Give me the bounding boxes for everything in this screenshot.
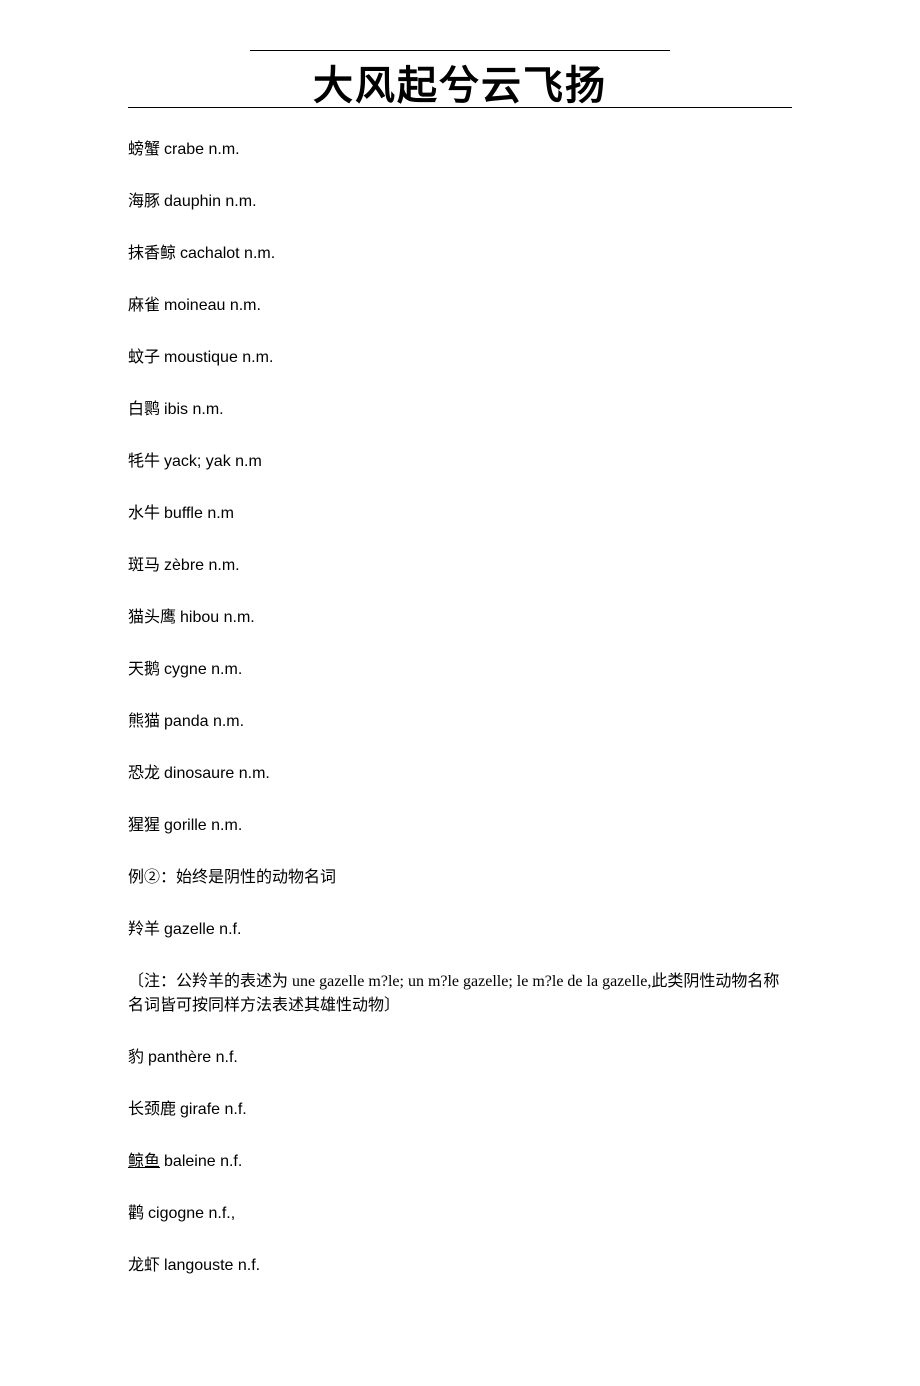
vocab-chinese: 鲸鱼 — [128, 1153, 160, 1170]
vocab-entry: 斑马 zèbre n.m. — [128, 554, 792, 578]
vocab-entry: 长颈鹿 girafe n.f. — [128, 1098, 792, 1122]
vocab-entry: 鲸鱼 baleine n.f. — [128, 1150, 792, 1174]
vocab-entry: 白鹮 ibis n.m. — [128, 398, 792, 422]
vocab-french: moineau n.m. — [164, 297, 261, 314]
vocab-list-masculine: 螃蟹 crabe n.m. 海豚 dauphin n.m. 抹香鲸 cachalot… — [128, 138, 792, 838]
vocab-chinese: 熊猫 — [128, 713, 160, 730]
vocab-entry: 熊猫 panda n.m. — [128, 710, 792, 734]
vocab-french: girafe n.f. — [180, 1101, 247, 1118]
vocab-french: crabe n.m. — [164, 141, 240, 158]
vocab-chinese: 斑马 — [128, 557, 160, 574]
document-page: 大风起兮云飞扬 螃蟹 crabe n.m. 海豚 dauphin n.m. 抹香鲸 … — [0, 0, 920, 1386]
vocab-chinese: 抹香鲸 — [128, 245, 176, 262]
vocab-french: buffle n.m — [164, 505, 234, 522]
vocab-chinese: 海豚 — [128, 193, 160, 210]
vocab-french: gazelle n.f. — [164, 921, 241, 938]
note-text: 〔注：公羚羊的表述为 une gazelle m?le; un m?le gaz… — [128, 970, 792, 1018]
vocab-chinese: 水牛 — [128, 505, 160, 522]
section-heading: 例②：始终是阴性的动物名词 — [128, 866, 792, 890]
vocab-chinese: 蚊子 — [128, 349, 160, 366]
vocab-chinese: 麻雀 — [128, 297, 160, 314]
vocab-chinese: 天鹅 — [128, 661, 160, 678]
vocab-chinese: 长颈鹿 — [128, 1101, 176, 1118]
vocab-chinese: 恐龙 — [128, 765, 160, 782]
vocab-entry: 海豚 dauphin n.m. — [128, 190, 792, 214]
vocab-chinese: 牦牛 — [128, 453, 160, 470]
vocab-chinese: 羚羊 — [128, 921, 160, 938]
vocab-entry: 蚊子 moustique n.m. — [128, 346, 792, 370]
vocab-entry: 麻雀 moineau n.m. — [128, 294, 792, 318]
vocab-french: moustique n.m. — [164, 349, 273, 366]
vocab-french: panda n.m. — [164, 713, 244, 730]
vocab-chinese: 鹳 — [128, 1205, 144, 1222]
header-title: 大风起兮云飞扬 — [128, 51, 792, 111]
vocab-french: ibis n.m. — [164, 401, 224, 418]
vocab-chinese: 猩猩 — [128, 817, 160, 834]
vocab-entry: 羚羊 gazelle n.f. — [128, 918, 792, 942]
vocab-entry: 猫头鹰 hibou n.m. — [128, 606, 792, 630]
vocab-french: langouste n.f. — [164, 1257, 260, 1274]
vocab-french: yack; yak n.m — [164, 453, 262, 470]
vocab-french: dauphin n.m. — [164, 193, 257, 210]
vocab-entry: 天鹅 cygne n.m. — [128, 658, 792, 682]
vocab-chinese: 猫头鹰 — [128, 609, 176, 626]
vocab-french: hibou n.m. — [180, 609, 255, 626]
vocab-list-feminine: 豹 panthère n.f. 长颈鹿 girafe n.f. 鲸鱼 baleine… — [128, 1046, 792, 1278]
vocab-french: dinosaure n.m. — [164, 765, 270, 782]
vocab-entry: 豹 panthère n.f. — [128, 1046, 792, 1070]
vocab-entry: 水牛 buffle n.m — [128, 502, 792, 526]
vocab-french: gorille n.m. — [164, 817, 242, 834]
vocab-entry: 恐龙 dinosaure n.m. — [128, 762, 792, 786]
vocab-french: cachalot n.m. — [180, 245, 275, 262]
vocab-chinese: 螃蟹 — [128, 141, 160, 158]
vocab-entry: 牦牛 yack; yak n.m — [128, 450, 792, 474]
vocab-entry: 鹳 cigogne n.f., — [128, 1202, 792, 1226]
vocab-french: cygne n.m. — [164, 661, 242, 678]
vocab-chinese: 豹 — [128, 1049, 144, 1066]
vocab-entry: 抹香鲸 cachalot n.m. — [128, 242, 792, 266]
vocab-french: baleine n.f. — [164, 1153, 242, 1170]
vocab-french: cigogne n.f., — [148, 1205, 235, 1222]
vocab-french: panthère n.f. — [148, 1049, 238, 1066]
document-header: 大风起兮云飞扬 — [128, 50, 792, 108]
vocab-french: zèbre n.m. — [164, 557, 240, 574]
vocab-entry: 螃蟹 crabe n.m. — [128, 138, 792, 162]
vocab-entry: 猩猩 gorille n.m. — [128, 814, 792, 838]
vocab-entry: 龙虾 langouste n.f. — [128, 1254, 792, 1278]
vocab-chinese: 白鹮 — [128, 401, 160, 418]
vocab-chinese: 龙虾 — [128, 1257, 160, 1274]
